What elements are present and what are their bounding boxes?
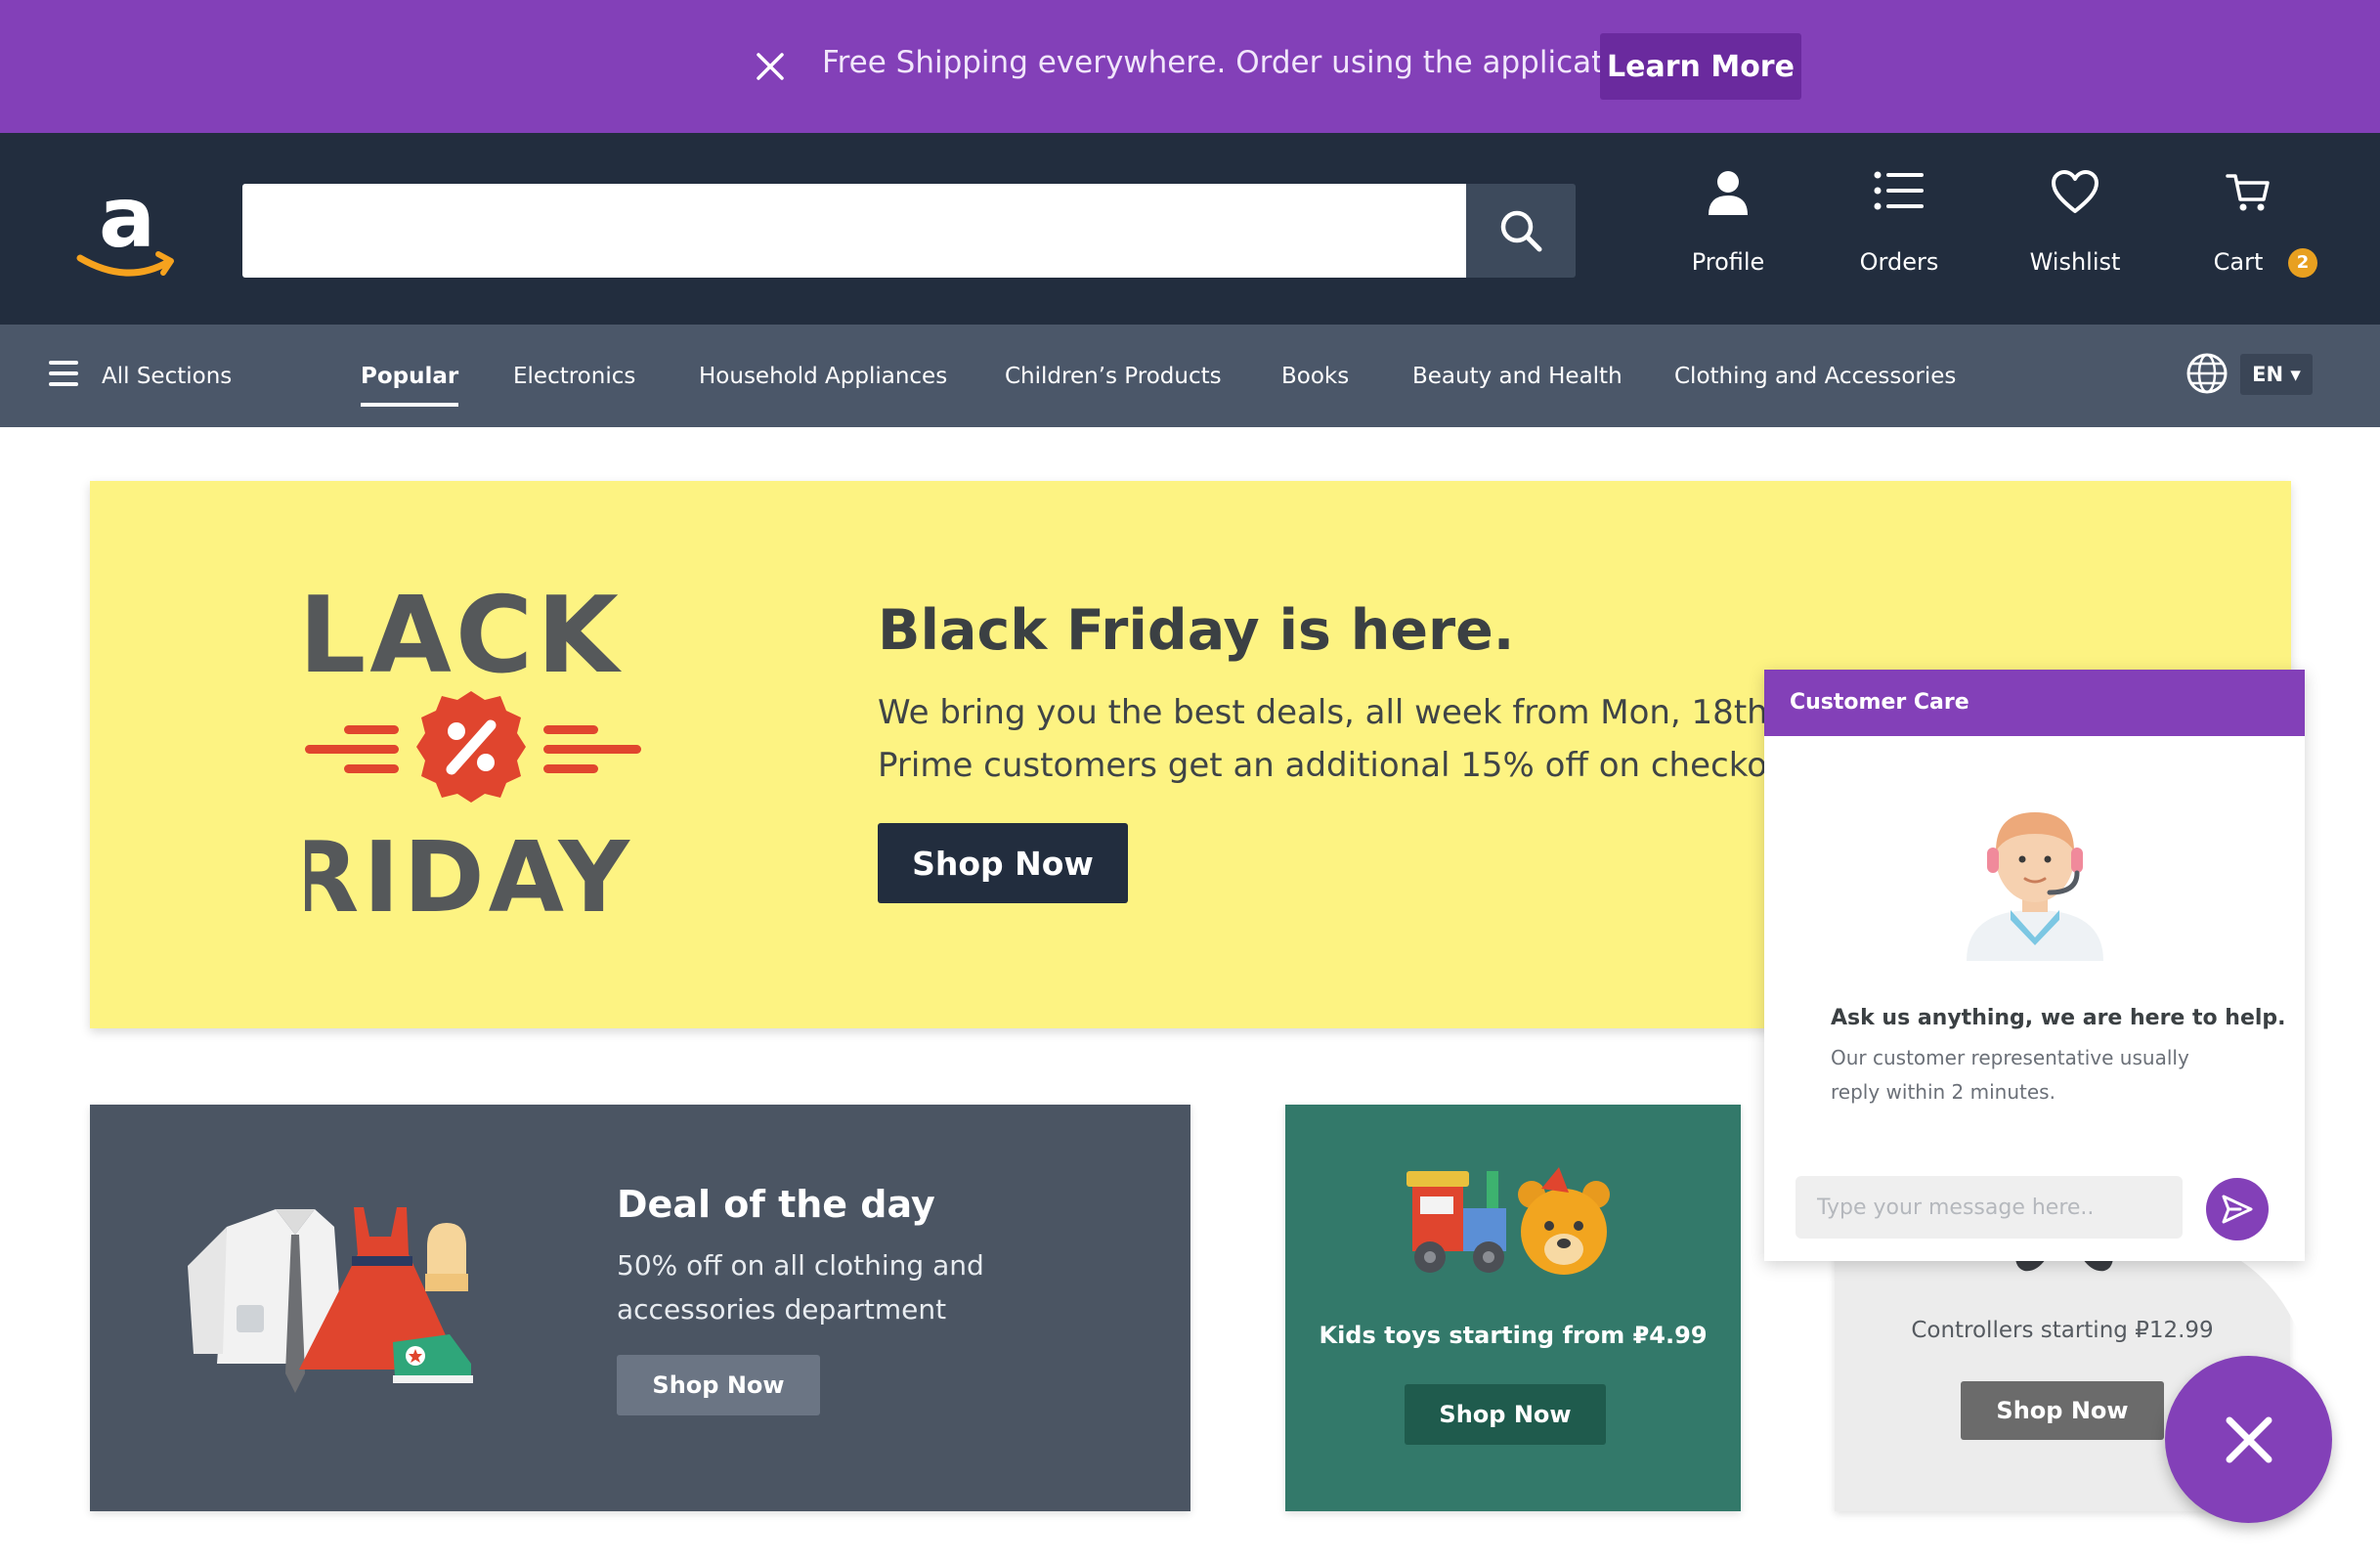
- black-friday-illustration: BLACK FRIDAY: [305, 579, 641, 931]
- globe-icon[interactable]: [2185, 352, 2229, 399]
- logo-letter: a: [99, 180, 155, 267]
- all-sections-label: All Sections: [102, 364, 233, 389]
- chat-panel-tail: [2189, 1259, 2303, 1343]
- hero-line-2: Prime customers get an additional 15% of…: [878, 746, 1812, 785]
- orders-link[interactable]: Orders: [1826, 170, 1972, 287]
- promo-text: Free Shipping everywhere. Order using th…: [822, 45, 1650, 80]
- clothing-illustration: [188, 1207, 473, 1393]
- wishlist-link[interactable]: Wishlist: [2002, 170, 2148, 287]
- search-icon: [1500, 210, 1542, 252]
- deal-of-the-day-card: Deal of the day 50% off on all clothing …: [90, 1105, 1190, 1511]
- list-icon: [1874, 171, 1924, 210]
- header: a Profile Orders Wishlist Cart 2: [0, 133, 2380, 325]
- kids-toys-card: Kids toys starting from ₽4.99 Shop Now: [1285, 1105, 1741, 1511]
- hero-line-1: We bring you the best deals, all week fr…: [878, 693, 1843, 732]
- deal-description: 50% off on all clothing and accessories …: [617, 1249, 984, 1326]
- search-input[interactable]: [242, 184, 1466, 278]
- art-black-text: BLACK: [305, 579, 623, 697]
- controllers-shop-now-button[interactable]: Shop Now: [1961, 1381, 2164, 1440]
- promo-bar: Free Shipping everywhere. Order using th…: [0, 0, 2380, 133]
- art-friday-text: FRIDAY: [305, 820, 633, 931]
- cart-icon: [2226, 174, 2270, 211]
- chat-send-button[interactable]: [2206, 1178, 2269, 1240]
- tab-books[interactable]: Books: [1281, 364, 1349, 389]
- chat-reply-time-note: Our customer representative usually repl…: [1831, 1046, 2189, 1104]
- chat-prompt: Ask us anything, we are here to help.: [1831, 1006, 2286, 1030]
- tab-beauty-and-health[interactable]: Beauty and Health: [1412, 364, 1623, 389]
- send-icon: [2222, 1195, 2253, 1224]
- orders-label: Orders: [1859, 248, 1939, 276]
- tab-popular[interactable]: Popular: [361, 364, 459, 407]
- chat-message-input[interactable]: [1796, 1176, 2183, 1239]
- heart-icon: [2052, 170, 2099, 213]
- logo[interactable]: a: [72, 169, 182, 287]
- learn-more-button[interactable]: Learn More: [1600, 33, 1801, 100]
- search-button[interactable]: [1466, 184, 1576, 278]
- deal-title: Deal of the day: [617, 1183, 935, 1226]
- toys-shop-now-button[interactable]: Shop Now: [1405, 1384, 1606, 1445]
- cart-label: Cart: [2213, 248, 2264, 276]
- toys-illustration: [1406, 1167, 1610, 1275]
- profile-link[interactable]: Profile: [1655, 170, 1801, 287]
- cart-link[interactable]: Cart 2: [2175, 170, 2341, 287]
- hero-title: Black Friday is here.: [878, 598, 1515, 663]
- support-agent-avatar: [1967, 812, 2103, 961]
- tab-electronics[interactable]: Electronics: [513, 364, 635, 389]
- hamburger-menu-icon: [49, 361, 78, 386]
- language-select[interactable]: EN ▾: [2240, 354, 2313, 395]
- kids-toys-text: Kids toys starting from ₽4.99: [1319, 1322, 1708, 1349]
- customer-care-chat: Customer Care Ask us anything, we are he…: [1764, 670, 2305, 1261]
- chat-header: Customer Care: [1764, 670, 2305, 736]
- close-icon: [2226, 1416, 2272, 1463]
- profile-label: Profile: [1691, 248, 1765, 276]
- chat-close-button[interactable]: [2165, 1356, 2332, 1523]
- category-bar: All Sections Popular Electronics Househo…: [0, 325, 2380, 427]
- deal-shop-now-button[interactable]: Shop Now: [617, 1355, 820, 1415]
- tab-childrens-products[interactable]: Children’s Products: [1005, 364, 1222, 389]
- hero-shop-now-button[interactable]: Shop Now: [878, 823, 1128, 903]
- wishlist-label: Wishlist: [2029, 248, 2121, 276]
- hero-description: We bring you the best deals, all week fr…: [878, 686, 1843, 792]
- cart-count-badge: 2: [2288, 248, 2317, 278]
- tab-clothing-and-accessories[interactable]: Clothing and Accessories: [1674, 364, 1956, 389]
- user-icon: [1709, 171, 1748, 215]
- tab-household-appliances[interactable]: Household Appliances: [699, 364, 947, 389]
- close-icon[interactable]: [753, 49, 788, 84]
- chat-title: Customer Care: [1790, 690, 1969, 715]
